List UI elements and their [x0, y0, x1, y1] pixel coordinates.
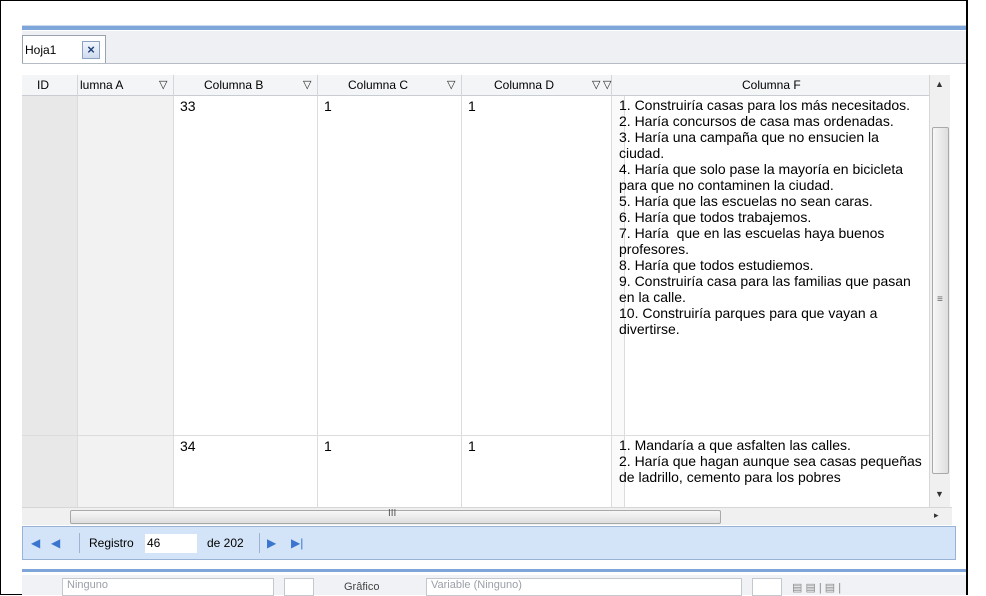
grip-icon: ≡	[937, 294, 943, 305]
close-icon[interactable]: ×	[82, 41, 100, 59]
header-label: Columna C	[348, 78, 409, 92]
header-column-f[interactable]: Columna F	[612, 75, 930, 96]
row-id-cell[interactable]	[22, 436, 78, 507]
header-label: Columna F	[742, 78, 801, 92]
row-cell-c[interactable]: 1	[318, 96, 462, 436]
row-cell-d[interactable]: 1	[462, 436, 612, 507]
top-border-line	[22, 25, 966, 30]
horizontal-scrollbar[interactable]: III ▸	[22, 507, 952, 525]
vertical-scrollbar[interactable]: ▲ ≡ ▼	[929, 75, 950, 507]
tab-hoja1[interactable]: Hoja1 ×	[22, 35, 106, 63]
row-cell-a[interactable]	[78, 436, 174, 507]
scroll-up-icon[interactable]: ▲	[935, 79, 944, 89]
last-record-icon[interactable]: ▶|	[291, 536, 303, 550]
next-record-icon[interactable]: ▶	[267, 536, 276, 550]
filter-icon[interactable]: ▽	[159, 75, 167, 96]
divider	[79, 533, 80, 553]
record-total: de 202	[207, 536, 244, 550]
bottom-border-line	[22, 569, 966, 572]
divider	[259, 533, 260, 553]
dropdown-button[interactable]	[752, 578, 782, 596]
data-grid: ID lumna A ▽ Columna B ▽ Columna C ▽ Col…	[22, 75, 952, 507]
sheet-tab-strip: Hoja1 ×	[22, 31, 966, 64]
row-cell-d[interactable]: 1	[462, 96, 612, 436]
chart-toolbar-icon[interactable]: ▤ ▤ | ▤ |	[792, 581, 841, 594]
filter-icon[interactable]: ▽	[447, 75, 455, 96]
dropdown-button[interactable]	[284, 578, 314, 596]
tab-label: Hoja1	[25, 43, 57, 57]
scroll-right-icon[interactable]: ▸	[934, 510, 939, 521]
header-column-c[interactable]: Columna C ▽	[318, 75, 462, 96]
header-label: ID	[37, 78, 49, 92]
bottom-toolbar: Ninguno Grâfico Variable (Ninguno) ▤ ▤ |…	[22, 575, 966, 596]
horizontal-scroll-thumb[interactable]: III	[70, 508, 721, 524]
row-cell-b[interactable]: 34	[174, 436, 318, 507]
header-column-a[interactable]: lumna A ▽	[78, 75, 174, 96]
row-cell-c[interactable]: 1	[318, 436, 462, 507]
scroll-down-icon[interactable]: ▼	[935, 489, 944, 499]
row-cell-b[interactable]: 33	[174, 96, 318, 436]
header-label: lumna A	[80, 78, 124, 92]
grip-icon: III	[388, 508, 397, 519]
record-label: Registro	[89, 536, 134, 550]
vertical-scroll-thumb[interactable]: ≡	[932, 127, 949, 474]
right-edge	[966, 0, 986, 595]
chart-variable-select[interactable]: Variable (Ninguno)	[426, 578, 742, 596]
header-id[interactable]: ID	[22, 75, 78, 96]
filter-icon[interactable]: ▽	[303, 75, 311, 96]
filter-icon[interactable]: ▽	[592, 75, 600, 96]
record-number-input[interactable]: 46	[145, 534, 197, 553]
row-id-cell[interactable]	[22, 96, 78, 436]
row-cell-a[interactable]	[78, 96, 174, 436]
row-cell-f[interactable]: 1. Construiría casas para los más necesi…	[616, 96, 930, 436]
row-cell-f[interactable]: 1. Mandaría a que asfalten las calles. 2…	[616, 436, 930, 507]
header-label: Columna B	[204, 78, 264, 92]
filter-icon[interactable]: ▽	[603, 75, 611, 96]
chart-label: Grâfico	[344, 581, 380, 593]
header-column-d[interactable]: Columna D ▽ ▽	[462, 75, 612, 96]
header-column-b[interactable]: Columna B ▽	[174, 75, 318, 96]
variable-select[interactable]: Ninguno	[62, 578, 274, 596]
header-label: Columna D	[494, 78, 555, 92]
previous-record-icon[interactable]: ◀	[51, 536, 60, 550]
record-navigator: ◀ ◀ Registro 46 de 202 ▶ ▶|	[22, 526, 956, 560]
first-record-icon[interactable]: ◀	[31, 536, 40, 550]
